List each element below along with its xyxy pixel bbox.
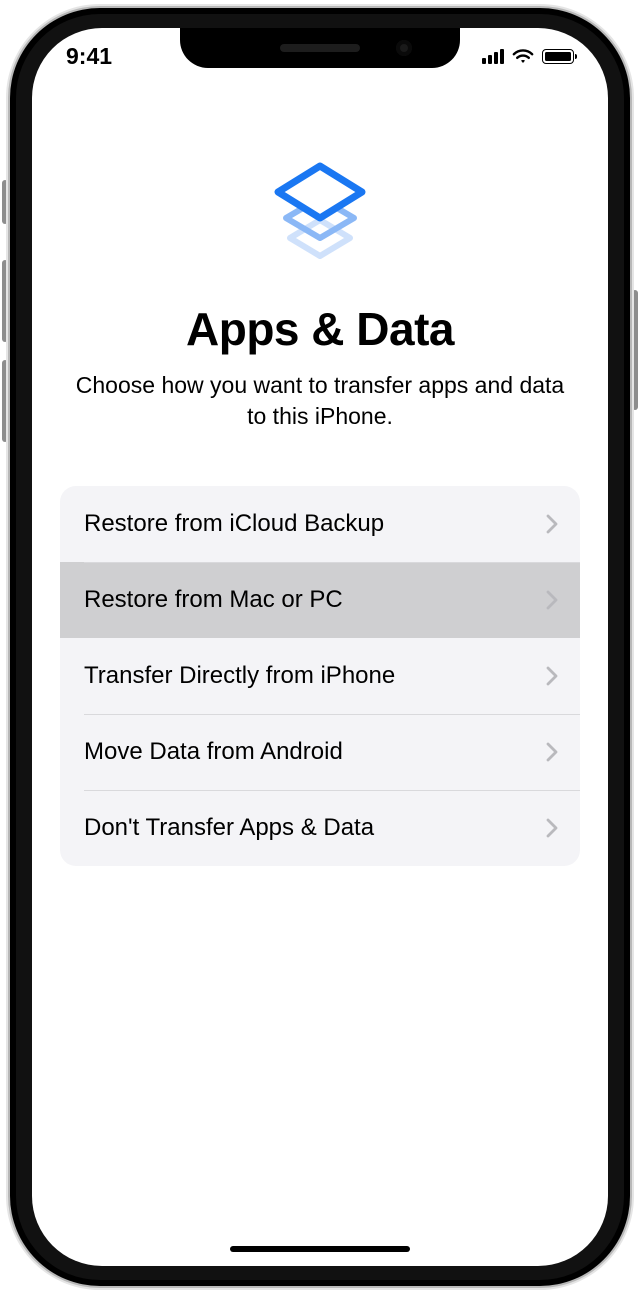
screen: 9:41 <box>32 28 608 1266</box>
status-bar: 9:41 <box>32 28 608 84</box>
option-dont-transfer[interactable]: Don't Transfer Apps & Data <box>60 790 580 866</box>
option-restore-icloud[interactable]: Restore from iCloud Backup <box>60 486 580 562</box>
phone-frame: 9:41 <box>10 8 630 1286</box>
apps-data-stack-icon <box>255 142 385 272</box>
chevron-right-icon <box>546 514 558 534</box>
cellular-signal-icon <box>482 48 504 64</box>
option-transfer-iphone[interactable]: Transfer Directly from iPhone <box>60 638 580 714</box>
option-label: Restore from Mac or PC <box>84 586 343 614</box>
power-button[interactable] <box>632 290 638 410</box>
chevron-right-icon <box>546 590 558 610</box>
chevron-right-icon <box>546 742 558 762</box>
silence-switch[interactable] <box>2 180 8 224</box>
option-label: Don't Transfer Apps & Data <box>84 814 374 842</box>
option-label: Move Data from Android <box>84 738 343 766</box>
option-label: Transfer Directly from iPhone <box>84 662 395 690</box>
volume-down-button[interactable] <box>2 360 8 442</box>
volume-up-button[interactable] <box>2 260 8 342</box>
content: Apps & Data Choose how you want to trans… <box>32 138 608 866</box>
page-subtitle: Choose how you want to transfer apps and… <box>60 370 580 432</box>
chevron-right-icon <box>546 666 558 686</box>
option-label: Restore from iCloud Backup <box>84 510 384 538</box>
battery-icon <box>542 49 574 64</box>
wifi-icon <box>512 48 534 64</box>
page-title: Apps & Data <box>186 302 454 356</box>
status-time: 9:41 <box>66 43 112 70</box>
chevron-right-icon <box>546 818 558 838</box>
options-list: Restore from iCloud Backup Restore from … <box>60 486 580 866</box>
option-move-android[interactable]: Move Data from Android <box>60 714 580 790</box>
option-restore-mac-pc[interactable]: Restore from Mac or PC <box>60 562 580 638</box>
home-indicator[interactable] <box>230 1246 410 1252</box>
